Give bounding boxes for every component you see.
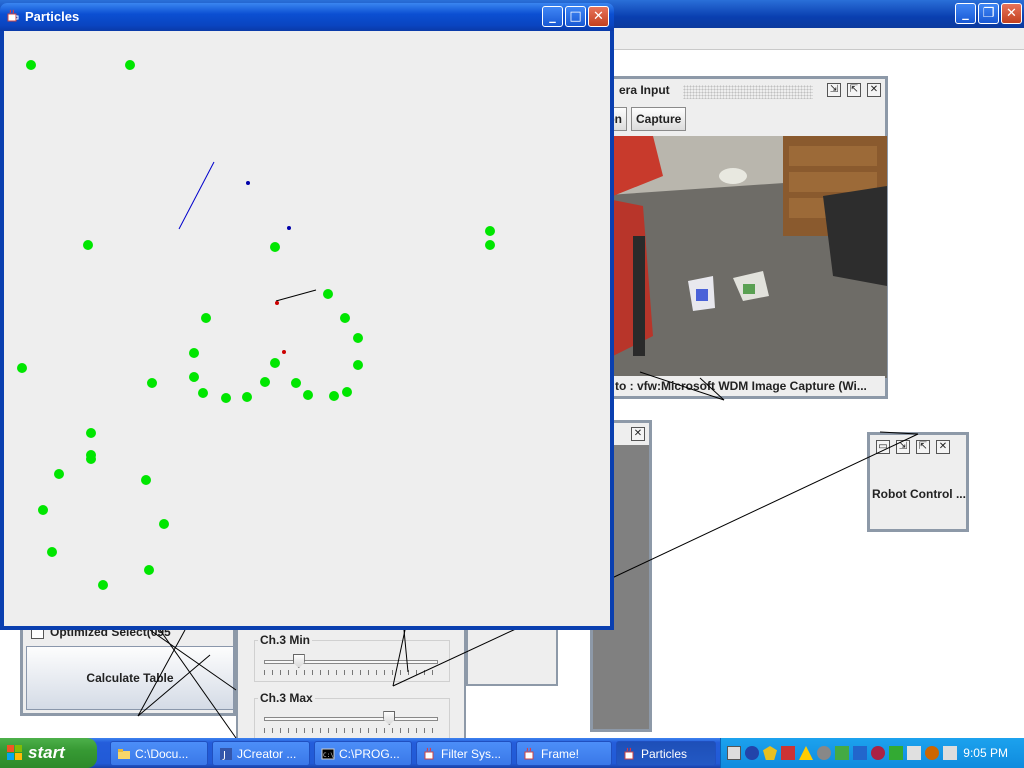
- collapse-arrow-icon[interactable]: [745, 746, 759, 760]
- start-button[interactable]: start: [0, 738, 97, 768]
- clock: 9:05 PM: [963, 746, 1008, 760]
- security-shield-icon[interactable]: [763, 746, 777, 760]
- tray-app-icon[interactable]: [889, 746, 903, 760]
- particle-dot: [340, 313, 350, 323]
- particle-dot: [329, 391, 339, 401]
- task-label: Particles: [641, 746, 688, 761]
- particle-dot: [144, 565, 154, 575]
- keyboard-icon[interactable]: [727, 746, 741, 760]
- folder-icon: [118, 749, 130, 759]
- red-estimate-dot: [282, 350, 286, 354]
- particle-dot: [47, 547, 57, 557]
- particles-canvas: [4, 31, 610, 626]
- particle-dot: [485, 226, 495, 236]
- task-button-cmd[interactable]: C:\ C:\PROG...: [314, 741, 412, 766]
- task-label: C:\Docu...: [135, 746, 189, 761]
- particle-dot: [485, 240, 495, 250]
- tray-app-icon[interactable]: [925, 746, 939, 760]
- java-cup-icon: [624, 747, 634, 760]
- particle-dot: [189, 372, 199, 382]
- particle-dot: [83, 240, 93, 250]
- task-label: Filter Sys...: [441, 746, 502, 761]
- particle-dot: [125, 60, 135, 70]
- particles-window: Particles _ □ ✕: [0, 3, 614, 630]
- svg-text:J: J: [222, 750, 226, 761]
- particle-dot: [86, 428, 96, 438]
- maximize-button[interactable]: □: [565, 6, 586, 27]
- start-label: start: [28, 743, 65, 762]
- taskbar: start C:\Docu... J JCreator ... C:\ C:\P…: [0, 738, 1024, 768]
- particle-dot: [98, 580, 108, 590]
- task-button-jcreator[interactable]: J JCreator ...: [212, 741, 310, 766]
- windows-flag-icon: [7, 745, 22, 760]
- particle-dot: [323, 289, 333, 299]
- particle-dot: [242, 392, 252, 402]
- particle-dot: [291, 378, 301, 388]
- particle-dot: [17, 363, 27, 373]
- java-cup-icon: [7, 9, 19, 22]
- particle-dot: [86, 454, 96, 464]
- particle-dot: [270, 242, 280, 252]
- task-label: C:\PROG...: [339, 746, 400, 761]
- particle-dot: [26, 60, 36, 70]
- tray-app-icon[interactable]: [907, 746, 921, 760]
- close-button[interactable]: ✕: [588, 6, 609, 27]
- tray-app-icon[interactable]: [835, 746, 849, 760]
- particle-dot: [342, 387, 352, 397]
- particle-dot: [38, 505, 48, 515]
- black-heading-line: [275, 289, 317, 302]
- particle-dot: [159, 519, 169, 529]
- blue-heading-line: [178, 161, 215, 230]
- system-tray: 9:05 PM: [720, 738, 1024, 768]
- bluetooth-icon[interactable]: [853, 746, 867, 760]
- task-label: Frame!: [541, 746, 580, 761]
- task-button-documents[interactable]: C:\Docu...: [110, 741, 208, 766]
- svg-text:C:\: C:\: [323, 752, 334, 759]
- tray-app-icon[interactable]: [871, 746, 885, 760]
- particle-dot: [260, 377, 270, 387]
- java-cup-icon: [524, 747, 534, 760]
- network-alert-icon[interactable]: [781, 746, 795, 760]
- task-button-filter-system[interactable]: Filter Sys...: [416, 741, 512, 766]
- warning-icon[interactable]: [799, 746, 813, 760]
- task-label: JCreator ...: [237, 746, 297, 761]
- particle-dot: [303, 390, 313, 400]
- particle-dot: [147, 378, 157, 388]
- jcreator-icon: J: [220, 748, 232, 761]
- particle-dot: [189, 348, 199, 358]
- particle-dot: [198, 388, 208, 398]
- particle-dot: [270, 358, 280, 368]
- task-button-frame[interactable]: Frame!: [516, 741, 612, 766]
- task-button-particles[interactable]: Particles: [616, 741, 716, 766]
- particles-titlebar[interactable]: Particles _ □ ✕: [0, 3, 614, 31]
- tray-app-icon[interactable]: [943, 746, 957, 760]
- minimize-button[interactable]: _: [542, 6, 563, 27]
- particle-dot: [141, 475, 151, 485]
- java-cup-icon: [424, 747, 434, 760]
- blue-estimate-dot: [246, 181, 250, 185]
- particles-title: Particles: [25, 9, 80, 24]
- particle-dot: [201, 313, 211, 323]
- blue-estimate-dot: [287, 226, 291, 230]
- particle-dot: [353, 333, 363, 343]
- speaker-icon[interactable]: [817, 746, 831, 760]
- cmd-icon: C:\: [321, 748, 335, 760]
- particle-dot: [54, 469, 64, 479]
- red-estimate-dot: [275, 301, 279, 305]
- particle-dot: [353, 360, 363, 370]
- particle-dot: [221, 393, 231, 403]
